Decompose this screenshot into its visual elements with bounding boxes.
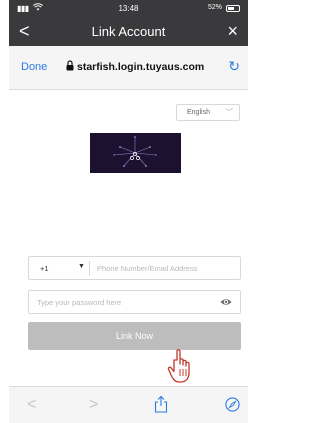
phone-email-field[interactable]: +1 ▼ Phone Number/Email Address — [28, 256, 241, 280]
status-bar: ▮▮▮ 13:48 52% — [9, 0, 248, 16]
browser-url-bar: Done starfish.login.tuyaus.com ↻ — [9, 46, 248, 90]
app-header: ▮▮▮ 13:48 52% < Link Account × — [9, 0, 248, 46]
refresh-icon[interactable]: ↻ — [228, 58, 240, 75]
url-text[interactable]: starfish.login.tuyaus.com — [77, 61, 204, 73]
browser-forward-button[interactable]: > — [89, 396, 98, 414]
page-title: Link Account — [91, 24, 166, 39]
compass-icon[interactable] — [225, 397, 240, 412]
browser-toolbar: < > — [9, 386, 248, 423]
battery-icon — [226, 5, 240, 12]
browser-back-button[interactable]: < — [27, 396, 36, 414]
brand-logo — [90, 133, 181, 173]
language-select[interactable]: English ﹀ — [176, 104, 240, 121]
share-icon[interactable] — [154, 395, 168, 413]
caret-down-icon[interactable]: ▼ — [78, 263, 85, 270]
close-button[interactable]: × — [227, 21, 238, 41]
done-button[interactable]: Done — [21, 61, 47, 73]
phone-email-placeholder[interactable]: Phone Number/Email Address — [97, 264, 197, 273]
link-now-button[interactable]: Link Now — [28, 322, 241, 350]
battery-percent: 52% — [207, 4, 222, 11]
title-bar: < Link Account × — [9, 18, 248, 46]
password-field[interactable]: Type your password here — [28, 290, 241, 314]
password-placeholder[interactable]: Type your password here — [37, 298, 121, 307]
country-code[interactable]: +1 — [40, 264, 49, 273]
chevron-down-icon: ﹀ — [225, 108, 233, 117]
field-divider — [89, 261, 90, 276]
phone-screen: ▮▮▮ 13:48 52% < Link Account × Done star… — [9, 0, 248, 423]
login-page: English ﹀ +1 ▼ Phone Number/Email Addres… — [9, 90, 248, 386]
lock-icon — [66, 60, 74, 71]
eye-icon[interactable] — [220, 297, 232, 307]
language-selected: English — [187, 109, 210, 116]
hand-pointer-icon — [167, 349, 190, 383]
